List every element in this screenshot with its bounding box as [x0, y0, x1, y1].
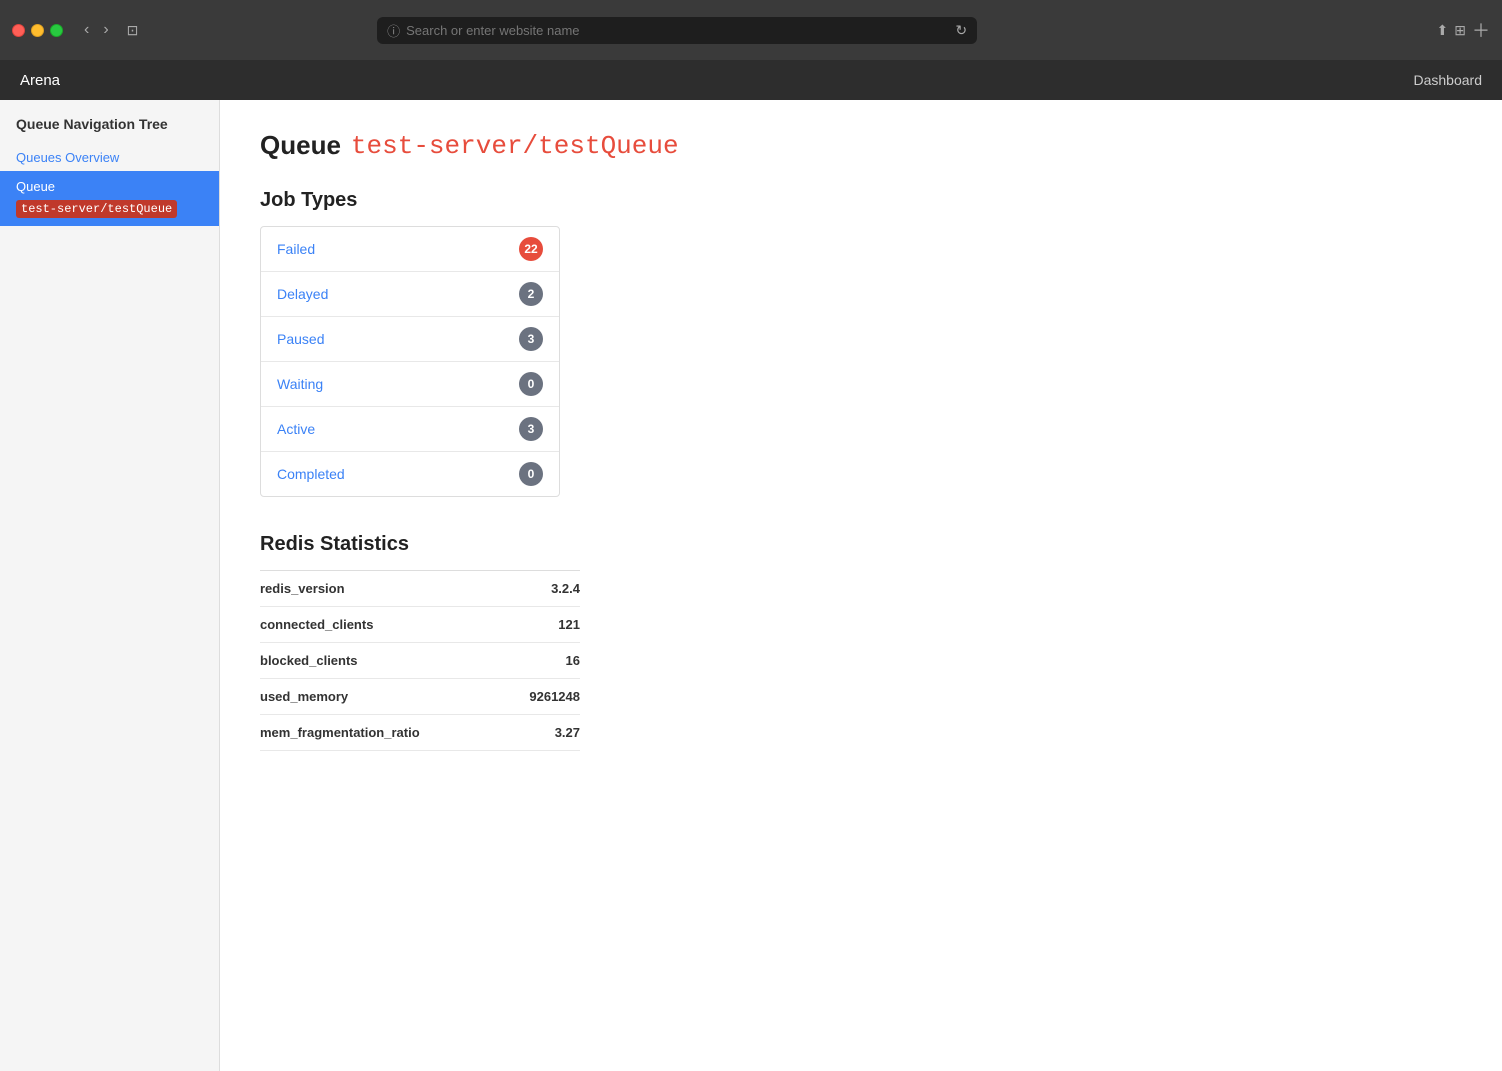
- sidebar-queue-label: Queue: [16, 179, 55, 194]
- minimize-button[interactable]: [31, 24, 44, 37]
- job-count-badge: 0: [519, 462, 543, 486]
- job-types-heading: Job Types: [260, 189, 1462, 212]
- redis-stat-key: blocked_clients: [260, 653, 358, 668]
- redis-stat-value: 3.2.4: [551, 581, 580, 596]
- dashboard-link[interactable]: Dashboard: [1414, 72, 1483, 88]
- redis-stat-value: 3.27: [555, 725, 580, 740]
- new-tab-button[interactable]: ＋: [1472, 17, 1490, 43]
- redis-stat-row: blocked_clients 16: [260, 643, 580, 679]
- topbar: Arena Dashboard: [0, 60, 1502, 100]
- redis-stat-value: 121: [558, 617, 580, 632]
- page-header: Queue test-server/testQueue: [260, 130, 1462, 161]
- forward-button[interactable]: ›: [98, 19, 113, 41]
- redis-stat-value: 16: [566, 653, 580, 668]
- job-count-badge: 0: [519, 372, 543, 396]
- job-types-table: Failed 22 Delayed 2 Paused 3 Waiting 0 Active 3 Co…: [260, 226, 560, 497]
- app-container: Queue Navigation Tree Queues Overview Qu…: [0, 100, 1502, 1071]
- redis-heading: Redis Statistics: [260, 533, 1462, 556]
- main-content: Queue test-server/testQueue Job Types Fa…: [220, 100, 1502, 1071]
- job-count-badge: 3: [519, 417, 543, 441]
- redis-stats-table: redis_version 3.2.4 connected_clients 121 bl…: [260, 570, 580, 751]
- share-button[interactable]: ⬆: [1437, 17, 1449, 43]
- redis-stat-value: 9261248: [529, 689, 580, 704]
- job-type-row[interactable]: Failed 22: [261, 227, 559, 272]
- job-type-row[interactable]: Delayed 2: [261, 272, 559, 317]
- nav-buttons: ‹ ›: [79, 19, 114, 41]
- back-button[interactable]: ‹: [79, 19, 94, 41]
- job-count-badge: 3: [519, 327, 543, 351]
- job-count-badge: 2: [519, 282, 543, 306]
- job-type-row[interactable]: Waiting 0: [261, 362, 559, 407]
- job-type-link[interactable]: Failed: [277, 241, 315, 257]
- app-brand: Arena: [20, 72, 60, 89]
- address-input[interactable]: [406, 23, 949, 38]
- job-type-link[interactable]: Waiting: [277, 376, 323, 392]
- sidebar-queue-item[interactable]: Queue test-server/testQueue: [0, 171, 219, 226]
- redis-stat-key: mem_fragmentation_ratio: [260, 725, 420, 740]
- redis-stat-key: connected_clients: [260, 617, 373, 632]
- sidebar-queue-name: test-server/testQueue: [16, 200, 177, 218]
- sidebar: Queue Navigation Tree Queues Overview Qu…: [0, 100, 220, 1071]
- job-count-badge: 22: [519, 237, 543, 261]
- job-type-link[interactable]: Active: [277, 421, 315, 437]
- page-title-label: Queue: [260, 130, 341, 161]
- close-button[interactable]: [12, 24, 25, 37]
- reload-button[interactable]: ↻: [955, 22, 967, 39]
- sidebar-queues-overview-link[interactable]: Queues Overview: [0, 144, 219, 171]
- traffic-lights: [12, 24, 63, 37]
- fullscreen-button[interactable]: [50, 24, 63, 37]
- job-type-row[interactable]: Active 3: [261, 407, 559, 452]
- page-title-queue: test-server/testQueue: [351, 131, 679, 161]
- job-type-row[interactable]: Paused 3: [261, 317, 559, 362]
- address-bar-container: ⓘ ↻: [377, 17, 977, 44]
- sidebar-title: Queue Navigation Tree: [0, 116, 219, 144]
- browser-actions: ⬆ ⊞ ＋: [1437, 17, 1490, 43]
- info-icon: ⓘ: [387, 21, 400, 40]
- redis-stat-row: used_memory 9261248: [260, 679, 580, 715]
- redis-stat-row: redis_version 3.2.4: [260, 571, 580, 607]
- job-type-row[interactable]: Completed 0: [261, 452, 559, 496]
- tab-icon-button[interactable]: ⊡: [122, 20, 144, 41]
- add-bookmark-button[interactable]: ⊞: [1454, 17, 1466, 43]
- job-type-link[interactable]: Paused: [277, 331, 324, 347]
- redis-stat-row: mem_fragmentation_ratio 3.27: [260, 715, 580, 751]
- redis-stat-key: redis_version: [260, 581, 345, 596]
- browser-chrome: ‹ › ⊡ ⓘ ↻ ⬆ ⊞ ＋: [0, 0, 1502, 60]
- redis-stat-row: connected_clients 121: [260, 607, 580, 643]
- job-type-link[interactable]: Delayed: [277, 286, 328, 302]
- job-type-link[interactable]: Completed: [277, 466, 345, 482]
- redis-stat-key: used_memory: [260, 689, 348, 704]
